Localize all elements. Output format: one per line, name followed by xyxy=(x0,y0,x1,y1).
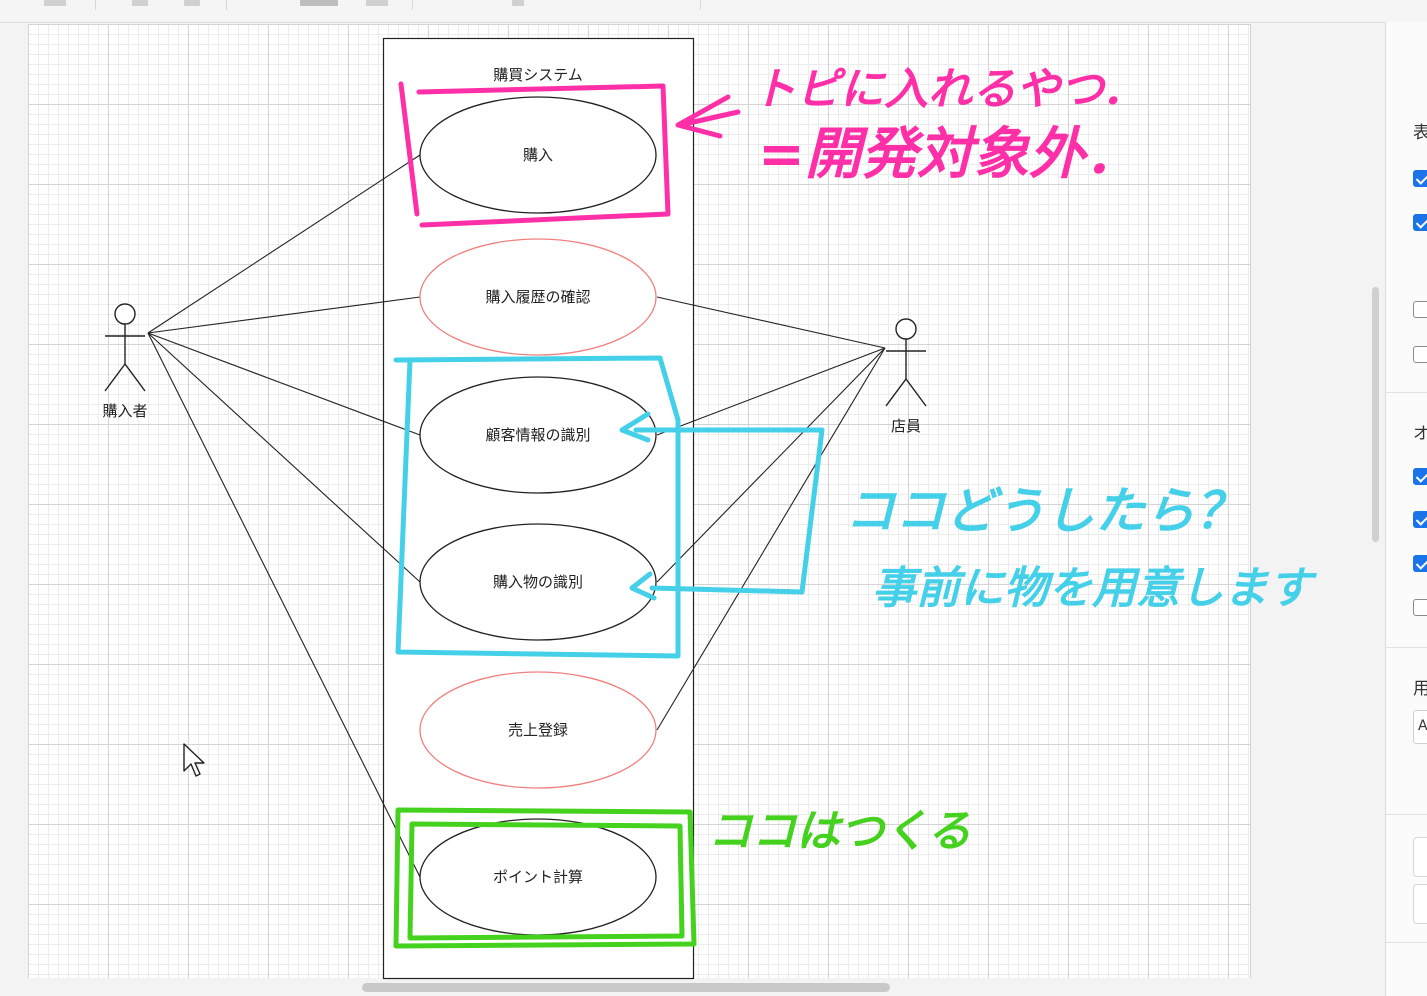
use-case-item-id[interactable]: 購入物の識別 xyxy=(419,523,657,641)
pink-note-line1: トピに入れるやつ． xyxy=(752,64,1146,115)
cyan-note-line2: 事前に物を用意します xyxy=(872,563,1318,614)
use-case-label: 購入物の識別 xyxy=(493,573,583,591)
use-case-label: 顧客情報の識別 xyxy=(485,426,590,444)
panel-section-label: オ xyxy=(1413,424,1427,444)
panel-divider xyxy=(1386,647,1427,648)
horizontal-scrollbar[interactable] xyxy=(362,983,890,992)
option-checkbox[interactable] xyxy=(1413,511,1427,528)
actor-head xyxy=(114,303,136,325)
option-checkbox[interactable] xyxy=(1413,468,1427,485)
association-line[interactable] xyxy=(147,332,421,436)
use-case-sales[interactable]: 売上登録 xyxy=(419,671,657,789)
use-case-label: 購入 xyxy=(523,146,553,164)
option-checkbox[interactable] xyxy=(1413,301,1427,318)
unit-select-value: A xyxy=(1418,718,1427,734)
association-line[interactable] xyxy=(147,332,421,878)
mouse-cursor-icon xyxy=(183,743,205,777)
vertical-scrollbar[interactable] xyxy=(1372,287,1379,542)
actor-leg xyxy=(104,363,126,392)
use-case-label: 売上登録 xyxy=(508,721,568,739)
option-checkbox[interactable] xyxy=(1413,599,1427,616)
panel-action-button[interactable] xyxy=(1413,837,1427,877)
system-title: 購買システム xyxy=(493,66,583,84)
actor-clerk-label: 店員 xyxy=(891,417,921,435)
pink-note-line2: =開発対象外． xyxy=(758,122,1141,187)
actor-leg xyxy=(905,378,927,407)
use-case-customer-id[interactable]: 顧客情報の識別 xyxy=(419,376,657,494)
actor-buyer[interactable] xyxy=(104,303,146,392)
panel-action-button[interactable] xyxy=(1413,884,1427,924)
use-case-points[interactable]: ポイント計算 xyxy=(419,818,657,936)
option-checkbox[interactable] xyxy=(1413,170,1427,187)
association-line[interactable] xyxy=(147,154,421,334)
use-case-label: 購入履歴の確認 xyxy=(485,288,590,306)
actor-leg xyxy=(124,363,146,392)
panel-divider xyxy=(1386,392,1427,393)
actor-leg xyxy=(885,378,907,407)
format-panel: 表 オ 用 A xyxy=(1385,22,1427,996)
use-case-diagram: 購買システム 購入 購入履歴の確認 顧客情報の識別 購入物の識別 売上登録 ポイ… xyxy=(102,37,1318,980)
green-note: ココはつくる xyxy=(708,806,971,857)
use-case-label: ポイント計算 xyxy=(493,868,583,886)
panel-section-label: 表 xyxy=(1413,123,1427,143)
option-checkbox[interactable] xyxy=(1413,214,1427,231)
actor-clerk[interactable] xyxy=(885,318,927,407)
actor-head xyxy=(895,318,917,340)
panel-divider xyxy=(1386,942,1427,943)
option-checkbox[interactable] xyxy=(1413,346,1427,363)
unit-select[interactable]: A xyxy=(1413,710,1427,744)
option-checkbox[interactable] xyxy=(1413,555,1427,572)
actor-buyer-label: 購入者 xyxy=(102,402,147,420)
cyan-note-line1: ココどうしたら？ xyxy=(845,482,1245,540)
association-line[interactable] xyxy=(147,296,421,334)
use-case-purchase[interactable]: 購入 xyxy=(419,96,657,214)
panel-section-label: 用 xyxy=(1413,679,1427,699)
use-case-history[interactable]: 購入履歴の確認 xyxy=(419,238,657,356)
panel-divider xyxy=(1386,814,1427,815)
association-line[interactable] xyxy=(147,332,421,583)
